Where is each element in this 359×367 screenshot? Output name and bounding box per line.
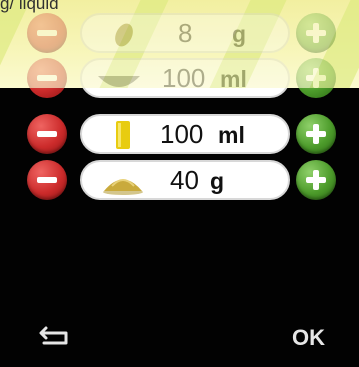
ok-button[interactable]: OK (292, 325, 325, 351)
decrease-button[interactable] (27, 58, 67, 88)
increase-button[interactable] (296, 58, 336, 88)
ingredient-row: 8 g (0, 13, 359, 53)
ingredient-row: 100 ml (0, 58, 359, 88)
ingredient-row: 40 g (0, 160, 359, 200)
increase-button[interactable] (296, 160, 336, 200)
quantity-value: 100 (162, 63, 206, 88)
bowl-icon (98, 76, 140, 87)
ingredient-pill: 8 g (80, 13, 290, 53)
glass-icon (116, 121, 130, 149)
quantity-value: 40 (170, 165, 199, 195)
return-arrow-icon[interactable] (38, 324, 72, 348)
decrease-button[interactable] (27, 13, 67, 53)
header-partial-text: g/ liquid (0, 0, 59, 13)
quantity-value: 100 (160, 119, 204, 149)
top-overlay: g/ liquid 8 g 100 ml (0, 0, 359, 88)
sugar-pile-icon (103, 179, 143, 195)
unit-label: g (232, 21, 247, 47)
ingredient-pill: 40 g (80, 160, 290, 200)
increase-button[interactable] (296, 13, 336, 53)
decrease-button[interactable] (27, 114, 67, 154)
increase-button[interactable] (296, 88, 336, 98)
ingredient-row-lower-part (0, 88, 359, 100)
ingredient-pill: 100 ml (80, 58, 290, 88)
ingredient-pill: 100 ml (80, 114, 290, 154)
decrease-button[interactable] (27, 160, 67, 200)
recipe-screen: g/ liquid 8 g 100 ml 100 ml 40 g OK (0, 0, 359, 367)
unit-label: g (210, 168, 225, 194)
ingredient-pill (80, 88, 290, 98)
seed-icon (115, 23, 133, 47)
increase-button[interactable] (296, 114, 336, 154)
quantity-value: 8 (178, 18, 193, 48)
unit-label: ml (220, 66, 247, 88)
ingredient-row: 100 ml (0, 114, 359, 154)
decrease-button[interactable] (27, 88, 67, 98)
unit-label: ml (218, 122, 245, 148)
